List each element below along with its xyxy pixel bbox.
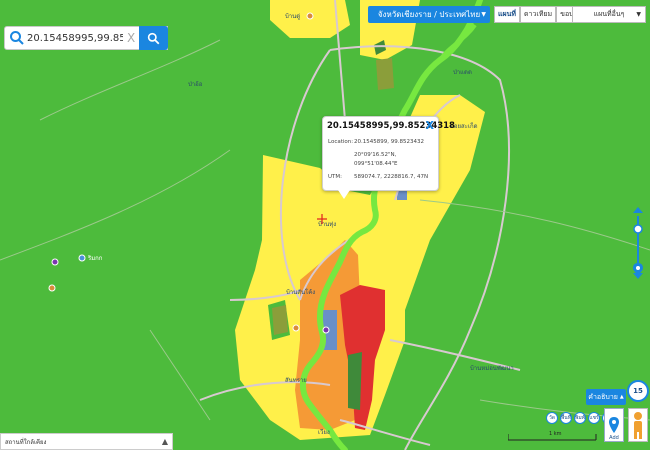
province-select[interactable]: จังหวัดเชียงราย / ประเทศไทย ▼ <box>368 6 490 23</box>
map-label: บ้านดู่ <box>285 13 300 20</box>
place-marker-3[interactable] <box>48 284 56 292</box>
caret-down-icon: ▼ <box>636 11 641 18</box>
zone-olive-patch <box>272 305 288 335</box>
map-label: บ้านสันโค้ง <box>286 288 315 296</box>
layer-select-label: แผนที่อื่นๆ <box>593 10 625 18</box>
caret-up-icon: ▲ <box>619 394 624 400</box>
layer-select[interactable]: แผนที่อื่นๆ ▼ <box>572 6 646 23</box>
place-marker[interactable] <box>51 258 59 266</box>
measure-area-icon[interactable]: พื้นที่ <box>560 412 572 424</box>
pin-icon <box>609 417 619 433</box>
map-label: ริมกก <box>87 255 103 262</box>
street-view-pegman[interactable] <box>628 408 648 442</box>
measure-distance-icon[interactable]: วัด <box>546 412 558 424</box>
coordinate-popup: 20.15458995,99.85234318 X Location: 20.1… <box>322 116 455 191</box>
map-type-map[interactable]: แผนที่ <box>494 6 521 23</box>
zoom-handle[interactable] <box>633 224 643 234</box>
map-label: เวียง <box>318 428 330 436</box>
legend-button[interactable]: คำอธิบาย ▲ <box>586 389 626 405</box>
map-label: สันทราย <box>285 377 307 384</box>
share-icon[interactable]: แชร์ <box>588 412 600 424</box>
popup-pointer <box>338 190 350 199</box>
map-label: ป่าแดด <box>453 69 472 76</box>
land-use-map[interactable]: บ้านดู่ ป่าอ้อ บ้านทุ่ง ริมกก ดอยสะเก็ด … <box>0 0 650 450</box>
add-marker-button[interactable]: Add <box>604 408 624 442</box>
magnifier-icon <box>10 31 24 45</box>
print-icon[interactable]: พิมพ์ <box>574 412 586 424</box>
search-icon <box>147 32 160 44</box>
zone-olive-patch-2 <box>376 58 394 90</box>
place-marker-4[interactable] <box>322 326 330 334</box>
place-marker-5[interactable] <box>292 324 300 332</box>
chevron-up-icon[interactable]: ▲ <box>162 437 168 446</box>
search-button[interactable] <box>139 26 168 50</box>
zoom-in-arrow-icon[interactable] <box>633 207 643 213</box>
search-input[interactable] <box>27 32 123 44</box>
popup-location-decimal: 20.1545899, 99.8523432 <box>354 139 424 145</box>
nearby-places-label: สถานที่ใกล้เคียง <box>5 438 47 446</box>
popup-location-dms-lon: 099°51'08.44"E <box>354 161 398 167</box>
pegman-icon <box>634 412 642 439</box>
caret-down-icon: ▼ <box>481 11 486 18</box>
popup-utm-value: 589074.7, 2228816.7, 47N <box>354 174 429 180</box>
zone-park <box>348 352 362 410</box>
zoom-level-label: 15 <box>633 387 643 395</box>
clear-search-button[interactable]: X <box>127 31 135 45</box>
popup-close-button[interactable]: X <box>426 119 434 132</box>
popup-location-dms-lat: 20°09'16.52"N, <box>354 152 397 158</box>
map-label: บ้านหม่อนพัฒนา <box>470 365 514 372</box>
province-select-label: จังหวัดเชียงราย / ประเทศไทย <box>377 10 481 19</box>
popup-utm-label: UTM: <box>328 174 342 180</box>
place-marker-6[interactable] <box>306 12 314 20</box>
map-label: บ้านทุ่ง <box>318 221 336 228</box>
map-type-satellite[interactable]: ดาวเทียม <box>520 6 557 23</box>
zoom-area-icon[interactable] <box>632 262 644 276</box>
map-label: ป่าอ้อ <box>188 81 203 88</box>
add-marker-label: Add <box>609 435 619 441</box>
nearby-places-panel[interactable]: สถานที่ใกล้เคียง ▲ <box>0 433 173 450</box>
place-marker-2[interactable] <box>78 254 86 262</box>
scale-label: 1 km <box>549 431 562 437</box>
popup-title: 20.15458995,99.85234318 <box>327 121 455 131</box>
legend-button-label: คำอธิบาย <box>588 392 618 401</box>
navigation-wheel[interactable]: 15 <box>627 380 649 402</box>
popup-location-label: Location: <box>328 139 354 145</box>
